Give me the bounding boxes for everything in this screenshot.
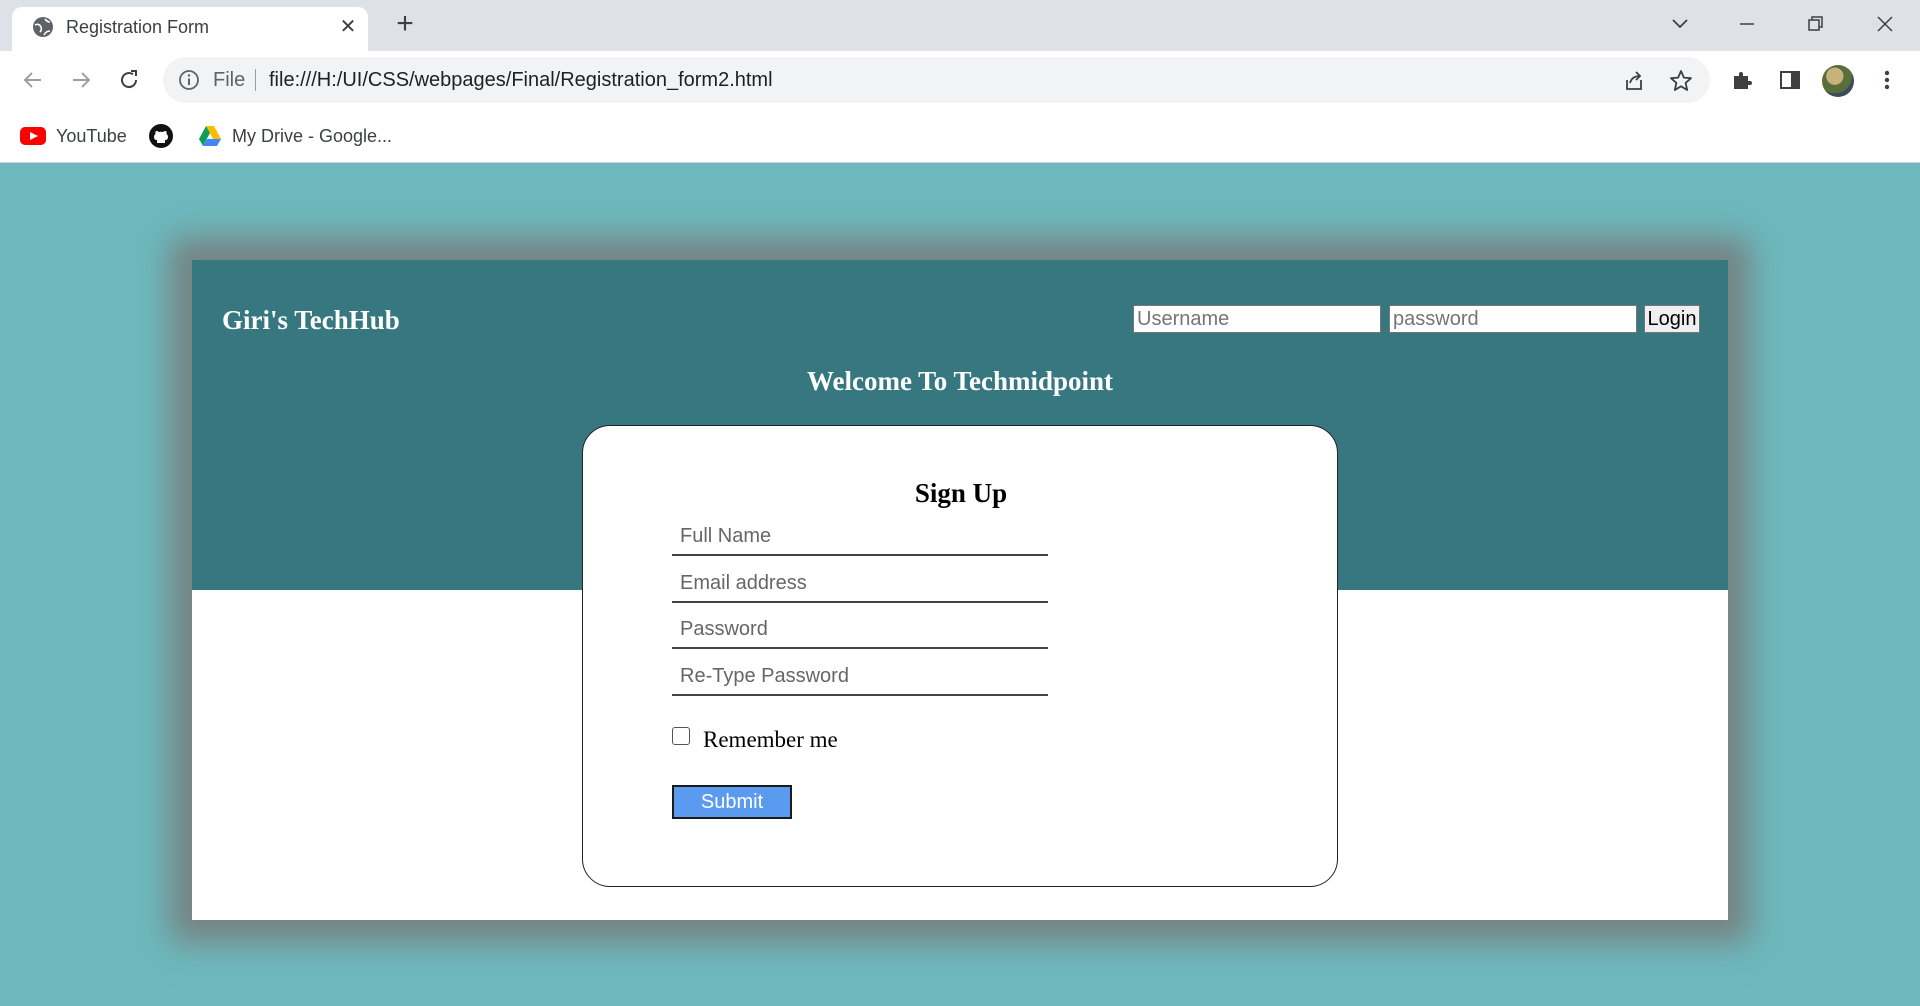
signup-card: Sign Up Remember me Submit xyxy=(582,425,1338,887)
page-content: Giri's TechHub Login Welcome To Techmidp… xyxy=(0,164,1920,1006)
retype-password-field[interactable] xyxy=(672,658,1048,696)
brand-title: Giri's TechHub xyxy=(222,305,400,335)
minimize-button[interactable] xyxy=(1727,8,1767,40)
chevron-down-icon xyxy=(1672,19,1688,29)
username-input[interactable] xyxy=(1133,305,1381,333)
extensions-button[interactable] xyxy=(1726,64,1758,96)
side-panel-button[interactable] xyxy=(1774,64,1806,96)
email-field[interactable] xyxy=(672,565,1048,603)
bookmark-label: YouTube xyxy=(56,125,127,146)
bookmark-github[interactable] xyxy=(148,122,184,150)
info-icon[interactable] xyxy=(177,68,201,92)
bookmarks-bar: YouTube My Drive - Google... xyxy=(0,109,1920,163)
password-field[interactable] xyxy=(672,611,1048,649)
divider xyxy=(255,69,256,91)
browser-toolbar: File file:///H:/UI/CSS/webpages/Final/Re… xyxy=(0,51,1920,109)
tab-search-button[interactable] xyxy=(1660,8,1700,40)
star-icon[interactable] xyxy=(1668,68,1694,94)
main-container: Giri's TechHub Login Welcome To Techmidp… xyxy=(192,260,1728,920)
minimize-icon xyxy=(1740,23,1754,25)
close-icon xyxy=(1877,16,1893,32)
new-tab-button[interactable]: + xyxy=(390,9,420,40)
tab-strip: Registration Form ✕ + xyxy=(0,0,1920,51)
puzzle-icon xyxy=(1734,72,1752,89)
restore-icon xyxy=(1808,16,1823,31)
address-bar[interactable]: File file:///H:/UI/CSS/webpages/Final/Re… xyxy=(163,57,1710,103)
youtube-icon xyxy=(20,127,46,145)
kebab-menu-icon xyxy=(1884,70,1890,90)
github-icon xyxy=(149,124,173,148)
close-window-button[interactable] xyxy=(1865,8,1905,40)
back-button[interactable] xyxy=(17,64,49,96)
tab-title: Registration Form xyxy=(66,17,210,37)
remember-me-checkbox[interactable] xyxy=(672,727,690,745)
close-tab-icon[interactable]: ✕ xyxy=(336,15,360,39)
arrow-left-icon xyxy=(23,72,41,88)
browser-tab[interactable]: Registration Form ✕ xyxy=(12,7,368,51)
login-button[interactable]: Login xyxy=(1644,305,1700,333)
url-text[interactable]: file:///H:/UI/CSS/webpages/Final/Registr… xyxy=(269,69,773,92)
google-drive-icon xyxy=(199,126,221,146)
share-icon[interactable] xyxy=(1621,68,1647,94)
reload-button[interactable] xyxy=(113,64,145,96)
side-panel-icon xyxy=(1780,71,1800,89)
bookmark-youtube[interactable]: YouTube xyxy=(20,122,127,150)
bookmark-label: My Drive - Google... xyxy=(232,125,393,146)
globe-icon xyxy=(31,15,55,39)
forward-button[interactable] xyxy=(65,64,97,96)
reload-icon xyxy=(121,70,138,89)
remember-me-label: Remember me xyxy=(703,727,838,752)
submit-button[interactable]: Submit xyxy=(672,785,792,819)
restore-button[interactable] xyxy=(1796,8,1836,40)
menu-button[interactable] xyxy=(1871,64,1903,96)
avatar[interactable] xyxy=(1822,65,1854,97)
password-input[interactable] xyxy=(1389,305,1637,333)
welcome-heading: Welcome To Techmidpoint xyxy=(806,366,1114,396)
arrow-right-icon xyxy=(73,72,91,88)
full-name-field[interactable] xyxy=(672,518,1048,556)
bookmark-google-drive[interactable]: My Drive - Google... xyxy=(198,122,392,150)
scheme-label: File xyxy=(213,69,246,91)
signup-title: Sign Up xyxy=(914,478,1008,508)
